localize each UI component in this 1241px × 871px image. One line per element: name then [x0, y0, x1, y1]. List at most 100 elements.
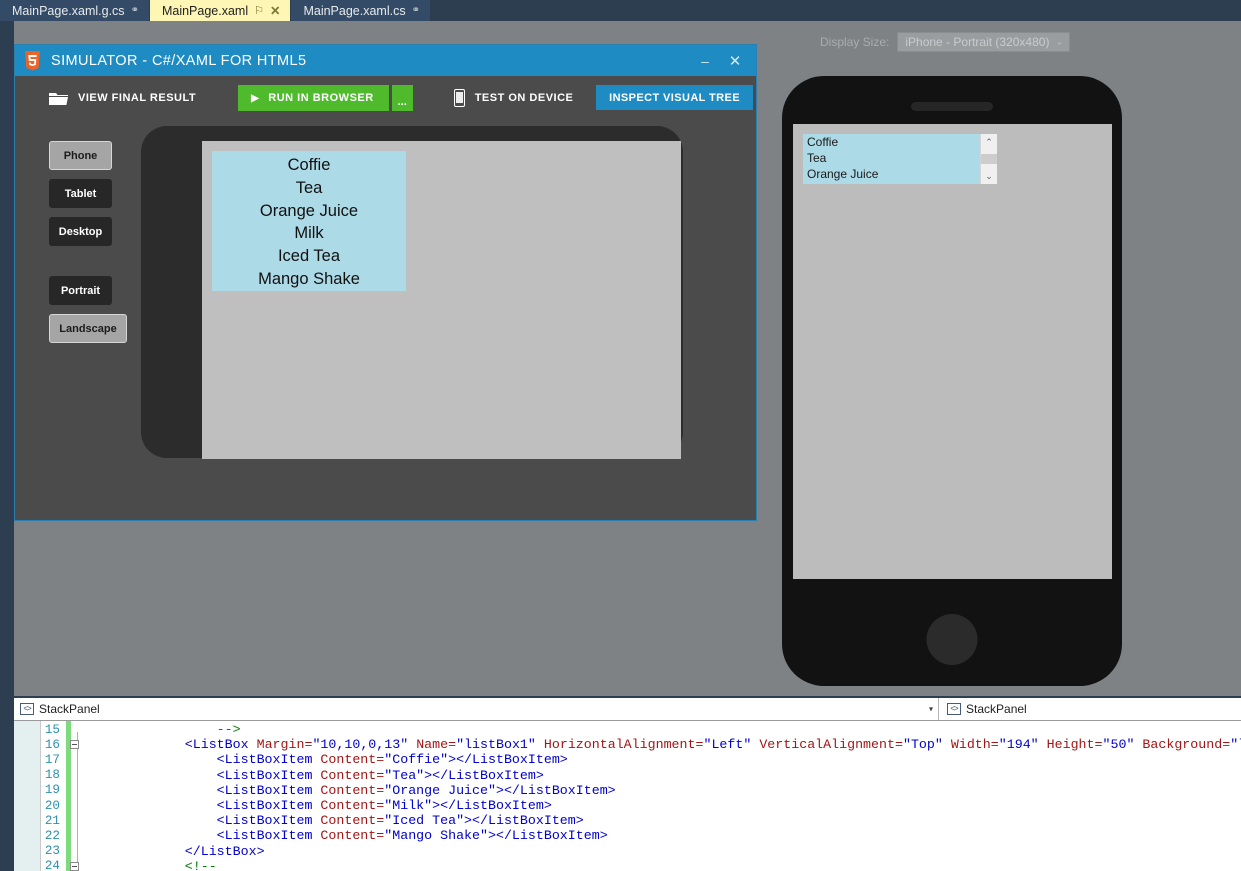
code-line[interactable]: 17 <ListBoxItem Content="Coffie"></ListB…	[14, 752, 1241, 767]
tab-mainpage-xaml-g-cs[interactable]: MainPage.xaml.g.cs ⚭	[0, 0, 150, 21]
phone-mockup: Coffie Tea Orange Juice ⌃ ⌄	[782, 76, 1122, 686]
test-on-device-label: TEST ON DEVICE	[474, 92, 574, 104]
line-number: 24	[44, 859, 60, 871]
simulator-toolbar: VIEW FINAL RESULT ▶ RUN IN BROWSER ... T…	[15, 76, 756, 120]
code-line-text: </ListBox>	[184, 843, 265, 859]
phone-home-button	[926, 614, 978, 665]
code-line-text: <ListBox Margin="10,10,0,13" Name="listB…	[184, 737, 1241, 753]
code-line[interactable]: 23 </ListBox>	[14, 844, 1241, 859]
list-item[interactable]: Tea	[807, 151, 980, 167]
line-number: 20	[44, 798, 60, 813]
line-number: 16	[44, 737, 60, 752]
phone-listbox[interactable]: Coffie Tea Orange Juice ⌃ ⌄	[803, 134, 997, 184]
phone-listbox-items: Coffie Tea Orange Juice	[803, 134, 980, 184]
run-options-button[interactable]: ...	[391, 85, 413, 111]
tab-label: MainPage.xaml	[161, 3, 249, 18]
device-mode-buttons: Phone Tablet Desktop Portrait Landscape	[49, 141, 127, 343]
line-number: 17	[44, 752, 60, 767]
code-line-text: <ListBoxItem Content="Mango Shake"></Lis…	[216, 828, 608, 844]
editor-tab-bar: MainPage.xaml.g.cs ⚭ MainPage.xaml ⚐ ✕ M…	[0, 0, 1241, 21]
tab-label: MainPage.xaml.cs	[303, 3, 406, 18]
element-scope-dropdown[interactable]: <> StackPanel ▾	[14, 698, 939, 720]
code-line[interactable]: 16 <ListBox Margin="10,10,0,13" Name="li…	[14, 737, 1241, 752]
code-text-area[interactable]: 15 --> 16 <ListBox Margin="10,10,0,13" Na…	[14, 721, 1241, 871]
display-size-select[interactable]: iPhone - Portrait (320x480) ⌄	[897, 32, 1071, 52]
line-number: 22	[44, 828, 60, 843]
element-scope-value: StackPanel	[39, 702, 100, 716]
line-number: 21	[44, 813, 60, 828]
list-item[interactable]: Iced Tea	[278, 245, 340, 268]
phone-listbox-scrollbar[interactable]: ⌃ ⌄	[980, 134, 997, 184]
folder-icon	[49, 91, 68, 106]
tab-mainpage-xaml[interactable]: MainPage.xaml ⚐ ✕	[149, 0, 292, 21]
code-navigation-bar: <> StackPanel ▾ <> StackPanel	[14, 698, 1241, 721]
designer-surface: Display Size: iPhone - Portrait (320x480…	[0, 21, 1241, 696]
inspect-visual-tree-button[interactable]: INSPECT VISUAL TREE	[596, 85, 753, 110]
device-button-landscape[interactable]: Landscape	[49, 314, 127, 343]
code-line-text: -->	[89, 722, 241, 738]
minimize-icon[interactable]: –	[690, 45, 720, 76]
line-number: 18	[44, 768, 60, 783]
list-item[interactable]: Mango Shake	[258, 268, 360, 291]
close-icon[interactable]: ✕	[720, 45, 750, 76]
app-root: MainPage.xaml.g.cs ⚭ MainPage.xaml ⚐ ✕ M…	[0, 0, 1241, 871]
code-line[interactable]: 24 <!--	[14, 859, 1241, 871]
code-line-text: <ListBoxItem Content="Iced Tea"></ListBo…	[216, 813, 584, 829]
device-button-portrait[interactable]: Portrait	[49, 276, 112, 305]
html5-logo-icon	[24, 50, 41, 71]
device-button-tablet[interactable]: Tablet	[49, 179, 112, 208]
collapse-toggle-icon[interactable]	[66, 740, 83, 750]
code-line-text: <ListBoxItem Content="Tea"></ListBoxItem…	[216, 767, 544, 783]
xml-element-icon: <>	[947, 703, 961, 715]
run-in-browser-button[interactable]: ▶ RUN IN BROWSER	[238, 85, 389, 111]
display-size-label: Display Size:	[820, 35, 890, 49]
tab-mainpage-xaml-cs[interactable]: MainPage.xaml.cs ⚭	[291, 0, 431, 21]
xml-element-icon: <>	[20, 703, 34, 715]
list-item[interactable]: Coffie	[807, 135, 980, 151]
pin-icon[interactable]: ⚐	[254, 4, 264, 17]
list-item[interactable]: Orange Juice	[807, 167, 980, 183]
mobile-phone-icon	[453, 89, 465, 107]
scroll-down-icon[interactable]: ⌄	[981, 168, 997, 184]
simulator-listbox[interactable]: Coffie Tea Orange Juice Milk Iced Tea Ma…	[212, 151, 406, 291]
collapse-toggle-icon[interactable]	[66, 861, 83, 871]
code-line-text: <!--	[184, 858, 217, 871]
run-in-browser-label: RUN IN BROWSER	[268, 92, 374, 104]
code-line[interactable]: 22 <ListBoxItem Content="Mango Shake"></…	[14, 828, 1241, 843]
code-line[interactable]: 21 <ListBoxItem Content="Iced Tea"></Lis…	[14, 813, 1241, 828]
tab-label: MainPage.xaml.g.cs	[12, 3, 125, 18]
list-item[interactable]: Tea	[296, 177, 323, 200]
device-button-phone[interactable]: Phone	[49, 141, 112, 170]
chevron-down-icon[interactable]: ▾	[929, 705, 933, 714]
code-line-text: <ListBoxItem Content="Orange Juice"></Li…	[216, 782, 616, 798]
inspect-visual-tree-label: INSPECT VISUAL TREE	[609, 91, 740, 104]
simulator-title-bar: SIMULATOR - C#/XAML FOR HTML5 – ✕	[15, 45, 756, 76]
phone-speaker-icon	[911, 102, 993, 111]
scroll-up-icon[interactable]: ⌃	[981, 134, 997, 150]
phone-screen: Coffie Tea Orange Juice ⌃ ⌄	[793, 124, 1112, 579]
code-line[interactable]: 19 <ListBoxItem Content="Orange Juice"><…	[14, 783, 1241, 798]
chevron-down-icon: ⌄	[1055, 36, 1064, 47]
lock-icon: ⚭	[411, 5, 420, 16]
view-final-result-button[interactable]: VIEW FINAL RESULT	[49, 91, 196, 106]
code-line[interactable]: 15 -->	[14, 722, 1241, 737]
member-scope-dropdown[interactable]: <> StackPanel	[939, 698, 1241, 720]
display-size-control: Display Size: iPhone - Portrait (320x480…	[820, 32, 1071, 52]
list-item[interactable]: Coffie	[288, 154, 331, 177]
list-item[interactable]: Orange Juice	[260, 200, 358, 223]
scrollbar-thumb[interactable]	[981, 154, 997, 164]
test-on-device-button[interactable]: TEST ON DEVICE	[453, 89, 574, 107]
code-line[interactable]: 20 <ListBoxItem Content="Milk"></ListBox…	[14, 798, 1241, 813]
code-line[interactable]: 18 <ListBoxItem Content="Tea"></ListBoxI…	[14, 768, 1241, 783]
code-line-text: <ListBoxItem Content="Milk"></ListBoxIte…	[216, 798, 552, 814]
list-item[interactable]: Milk	[294, 222, 323, 245]
close-icon[interactable]: ✕	[270, 3, 280, 18]
view-final-result-label: VIEW FINAL RESULT	[78, 92, 197, 104]
code-lines: 15 --> 16 <ListBox Margin="10,10,0,13" Na…	[14, 721, 1241, 871]
play-icon: ▶	[251, 92, 260, 104]
display-size-value: iPhone - Portrait (320x480)	[905, 35, 1050, 49]
code-editor-panel: <> StackPanel ▾ <> StackPanel 15 --> 16 <…	[0, 696, 1241, 871]
device-screen: Coffie Tea Orange Juice Milk Iced Tea Ma…	[202, 141, 681, 459]
device-button-desktop[interactable]: Desktop	[49, 217, 112, 246]
line-number: 23	[44, 844, 60, 859]
